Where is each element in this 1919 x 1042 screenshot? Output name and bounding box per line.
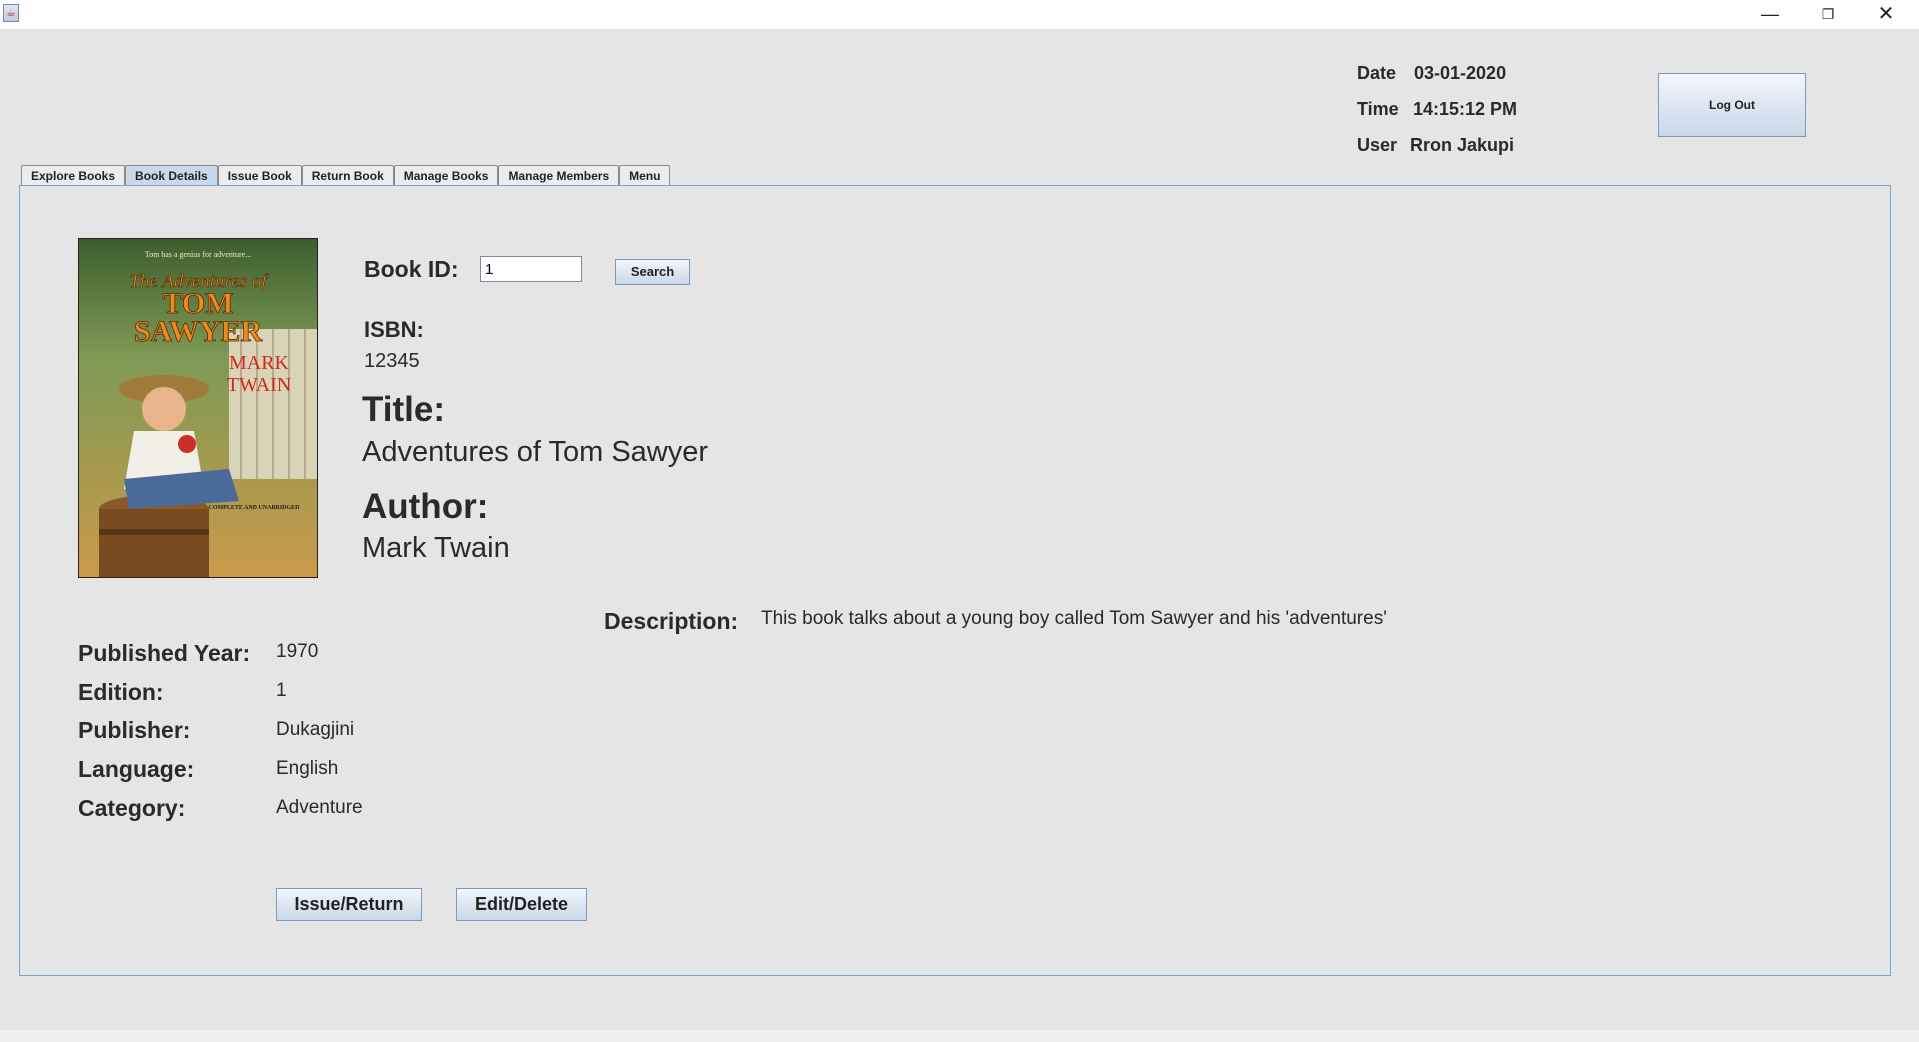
cover-author-line1: MARK <box>229 352 290 374</box>
tab-menu[interactable]: Menu <box>619 165 671 185</box>
author-label: Author: <box>362 487 489 526</box>
tab-explore-books[interactable]: Explore Books <box>21 165 126 185</box>
issue-return-button[interactable]: Issue/Return <box>276 888 422 921</box>
edition-label: Edition: <box>78 679 164 705</box>
bottom-strip <box>0 1030 1919 1042</box>
close-button[interactable]: ✕ <box>1857 0 1915 29</box>
category-label: Category: <box>78 795 186 821</box>
tab-bar: Explore Books Book Details Issue Book Re… <box>21 165 671 186</box>
description-value: This book talks about a young boy called… <box>761 608 1387 629</box>
time-value: 14:15:12 PM <box>1413 99 1518 119</box>
title-value: Adventures of Tom Sawyer <box>362 436 709 468</box>
cover-author-line2: TWAIN <box>227 374 291 396</box>
tab-book-details[interactable]: Book Details <box>125 165 218 185</box>
book-cover-image: Tom has a genius for adventure... The Ad… <box>78 238 318 578</box>
time-label: Time <box>1357 99 1399 119</box>
publisher-label: Publisher: <box>78 717 191 743</box>
isbn-value: 12345 <box>364 350 420 372</box>
published-year-label: Published Year: <box>78 640 251 666</box>
title-label: Title: <box>362 390 445 429</box>
cover-note: COMPLETE AND UNABRIDGED <box>208 505 300 511</box>
book-id-input[interactable] <box>480 256 582 282</box>
description-label: Description: <box>604 608 739 634</box>
tab-manage-books[interactable]: Manage Books <box>393 165 499 185</box>
date-label: Date <box>1357 63 1397 83</box>
edition-value: 1 <box>276 680 287 701</box>
date-value: 03-01-2020 <box>1414 63 1507 83</box>
tab-return-book[interactable]: Return Book <box>301 165 394 185</box>
tab-manage-members[interactable]: Manage Members <box>498 165 620 185</box>
published-year-value: 1970 <box>276 641 319 662</box>
java-app-icon: ☕ <box>3 4 19 22</box>
search-button[interactable]: Search <box>615 259 690 285</box>
book-id-label: Book ID: <box>364 256 459 282</box>
isbn-label: ISBN: <box>364 317 424 342</box>
tab-issue-book[interactable]: Issue Book <box>217 165 302 185</box>
cover-title-line3: SAWYER <box>134 315 263 348</box>
minimize-button[interactable]: — <box>1741 0 1799 29</box>
logout-button[interactable]: Log Out <box>1658 73 1806 137</box>
publisher-value: Dukagjini <box>276 719 355 740</box>
maximize-button[interactable]: ❐ <box>1799 0 1857 29</box>
edit-delete-button[interactable]: Edit/Delete <box>456 888 587 921</box>
language-value: English <box>276 758 339 779</box>
user-value: Rron Jakupi <box>1410 135 1515 155</box>
cover-tagline: Tom has a genius for adventure... <box>145 250 252 259</box>
window-titlebar: ☕ — ❐ ✕ <box>0 0 1919 29</box>
author-value: Mark Twain <box>362 532 510 564</box>
book-cover-art: Tom has a genius for adventure... The Ad… <box>79 239 317 577</box>
category-value: Adventure <box>276 797 363 818</box>
user-label: User <box>1357 135 1398 155</box>
language-label: Language: <box>78 756 195 782</box>
